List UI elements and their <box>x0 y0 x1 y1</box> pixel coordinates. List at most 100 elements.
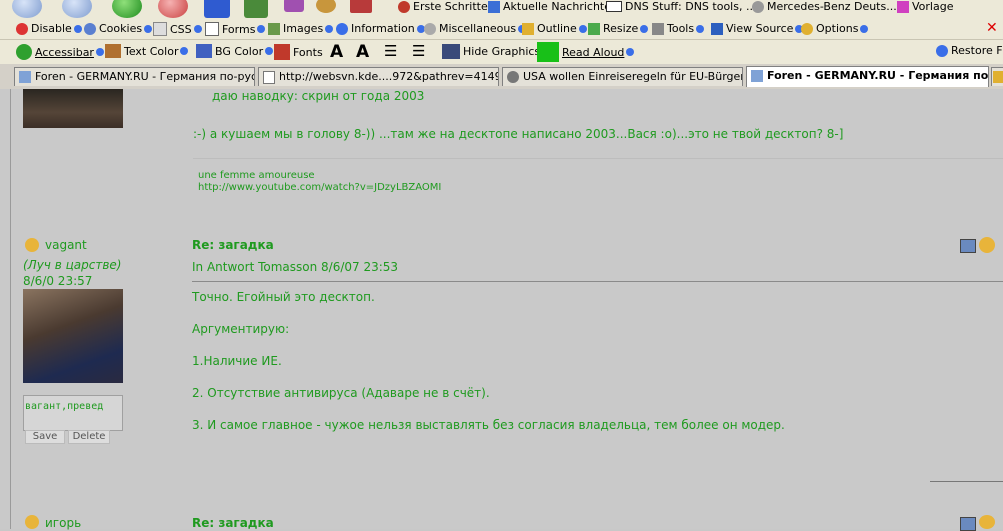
post2-avatar <box>23 289 123 383</box>
close-toolbar-icon[interactable]: ✕ <box>986 20 998 36</box>
bookmark-vorlage[interactable]: Vorlage <box>897 0 953 13</box>
bookmarks-toolbar: Erste Schritte Aktuelle Nachrichten DNS … <box>0 0 1003 19</box>
images-icon <box>268 22 280 35</box>
post1-signature-link[interactable]: http://www.youtube.com/watch?v=JDzyLBZAO… <box>198 182 441 193</box>
post3-author[interactable]: игорь <box>45 516 81 530</box>
accessibility-toolbar: Accessibar Text Color BG Color Fonts A A… <box>0 40 1003 64</box>
tab-overflow[interactable] <box>991 67 1003 86</box>
post2-title: Re: загадка <box>192 238 274 252</box>
read-aloud-icon <box>537 42 559 62</box>
dropdown-icon <box>578 24 587 33</box>
restore-icon <box>936 44 948 57</box>
post2-status: (Луч в царстве) <box>23 258 122 272</box>
firefox-icon <box>398 0 410 13</box>
bookmark-mercedes-benz[interactable]: Mercedes-Benz Deuts... <box>752 0 897 13</box>
outline-icon <box>522 22 534 35</box>
bookmark-erste-schritte[interactable]: Erste Schritte <box>398 0 488 13</box>
reload-icon[interactable] <box>112 0 142 18</box>
note-save-button[interactable]: Save <box>25 430 65 444</box>
forms-menu[interactable]: Forms <box>205 22 268 36</box>
post2-line-2: Аргументирую: <box>192 322 290 336</box>
css-icon <box>153 22 167 36</box>
forum-content: даю наводку: скрин от года 2003 :-) а ку… <box>0 89 1003 531</box>
tools-icon <box>652 22 664 35</box>
fonts-menu[interactable]: Fonts <box>274 44 323 60</box>
post-separator <box>930 481 1003 482</box>
post1-signature-text: une femme amoureuse <box>198 170 315 181</box>
dropdown-icon <box>95 48 104 56</box>
dropdown-icon <box>257 25 266 33</box>
disable-menu[interactable]: Disable <box>16 22 85 35</box>
increase-font-icon[interactable]: A <box>330 42 343 62</box>
bookmark-aktuelle-nachrichten[interactable]: Aktuelle Nachrichten <box>488 0 618 13</box>
post2-note: вагант,превед <box>25 401 104 412</box>
post2-line-4: 2. Отсутствие антивируса (Адаваре не в с… <box>192 386 490 400</box>
paragraph-spacing-icon[interactable]: ☰ <box>412 42 425 60</box>
post2-user-icon <box>25 238 39 252</box>
rss-icon <box>488 0 500 13</box>
print-icon[interactable] <box>960 239 976 253</box>
dropdown-icon <box>180 47 189 55</box>
dropdown-icon <box>73 24 82 33</box>
post2-title-separator <box>192 281 1003 282</box>
bookmark-dns-stuff[interactable]: DNS Stuff: DNS tools, ... <box>606 0 756 13</box>
note-delete-button[interactable]: Delete <box>68 430 110 444</box>
accessibar-menu[interactable]: Accessibar <box>16 44 107 60</box>
back-icon[interactable] <box>12 0 42 18</box>
tools-menu[interactable]: Tools <box>652 22 707 35</box>
text-color-menu[interactable]: Text Color <box>105 44 191 58</box>
miscellaneous-icon <box>424 22 436 35</box>
hide-graphics-button[interactable]: Hide Graphics <box>442 44 540 59</box>
stop-icon[interactable] <box>158 0 188 18</box>
post1-text: :-) а кушаем мы в голову 8-)) ...там же … <box>193 127 844 141</box>
options-menu[interactable]: Options <box>801 22 871 35</box>
view-source-menu[interactable]: View Source <box>711 22 806 35</box>
fonts-icon <box>274 44 290 60</box>
dropdown-icon <box>626 48 635 56</box>
tab-usa-einreiseregeln[interactable]: USA wollen Einreiseregeln für EU-Bürger … <box>502 67 743 86</box>
script-icon <box>350 0 372 13</box>
line-spacing-icon[interactable]: ☰ <box>384 42 397 60</box>
options-icon <box>801 22 813 35</box>
cookie-icon <box>316 0 336 13</box>
decrease-font-icon[interactable]: A <box>356 42 369 62</box>
accessibar-icon <box>16 44 32 60</box>
post1-avatar <box>23 89 123 128</box>
miscellaneous-menu[interactable]: Miscellaneous <box>424 22 529 35</box>
tab-overflow-icon <box>993 71 1003 83</box>
text-color-icon <box>105 44 121 58</box>
dropdown-icon <box>640 24 649 33</box>
view-source-icon <box>711 22 723 35</box>
post2-line-1: Точно. Егойный это десктоп. <box>192 290 375 304</box>
cookies-menu[interactable]: Cookies <box>84 22 155 35</box>
forward-icon[interactable] <box>62 0 92 18</box>
reply-user-icon[interactable] <box>979 237 995 253</box>
home-icon[interactable] <box>244 0 268 18</box>
information-menu[interactable]: Information <box>336 22 428 35</box>
bg-color-menu[interactable]: BG Color <box>196 44 276 58</box>
css-menu[interactable]: CSS <box>153 22 205 36</box>
bg-color-icon <box>196 44 212 58</box>
germany-ru-icon <box>19 71 31 83</box>
new-tab-icon[interactable] <box>204 0 230 18</box>
web-developer-toolbar: Disable Cookies CSS Forms Images Informa… <box>0 19 1003 40</box>
news-icon <box>507 71 519 83</box>
read-aloud-button[interactable]: Read Aloud <box>537 42 637 62</box>
mercedes-icon <box>752 0 764 13</box>
post2-reply-info[interactable]: In Antwort Tomasson 8/6/07 23:53 <box>192 260 398 274</box>
outline-menu[interactable]: Outline <box>522 22 590 35</box>
tab-germany-ru-active[interactable]: Foren - GERMANY.RU - Германия по-... <box>746 66 989 87</box>
tab-websvn[interactable]: http://websvn.kde....972&pathrev=414972 <box>258 67 499 86</box>
tab-germany-ru-1[interactable]: Foren - GERMANY.RU - Германия по-русски <box>14 67 255 86</box>
forms-icon <box>205 22 219 36</box>
tab-bar: Foren - GERMANY.RU - Германия по-русски … <box>0 64 1003 90</box>
post3-reply-user-icon[interactable] <box>979 515 995 529</box>
images-menu[interactable]: Images <box>268 22 336 35</box>
restore-button[interactable]: Restore F <box>936 44 1003 57</box>
post2-author[interactable]: vagant <box>45 238 87 252</box>
hide-graphics-icon <box>442 44 460 59</box>
resize-menu[interactable]: Resize <box>588 22 651 35</box>
post3-user-icon <box>25 515 39 529</box>
dns-icon <box>606 1 622 12</box>
post1-quote: даю наводку: скрин от года 2003 <box>212 89 425 103</box>
